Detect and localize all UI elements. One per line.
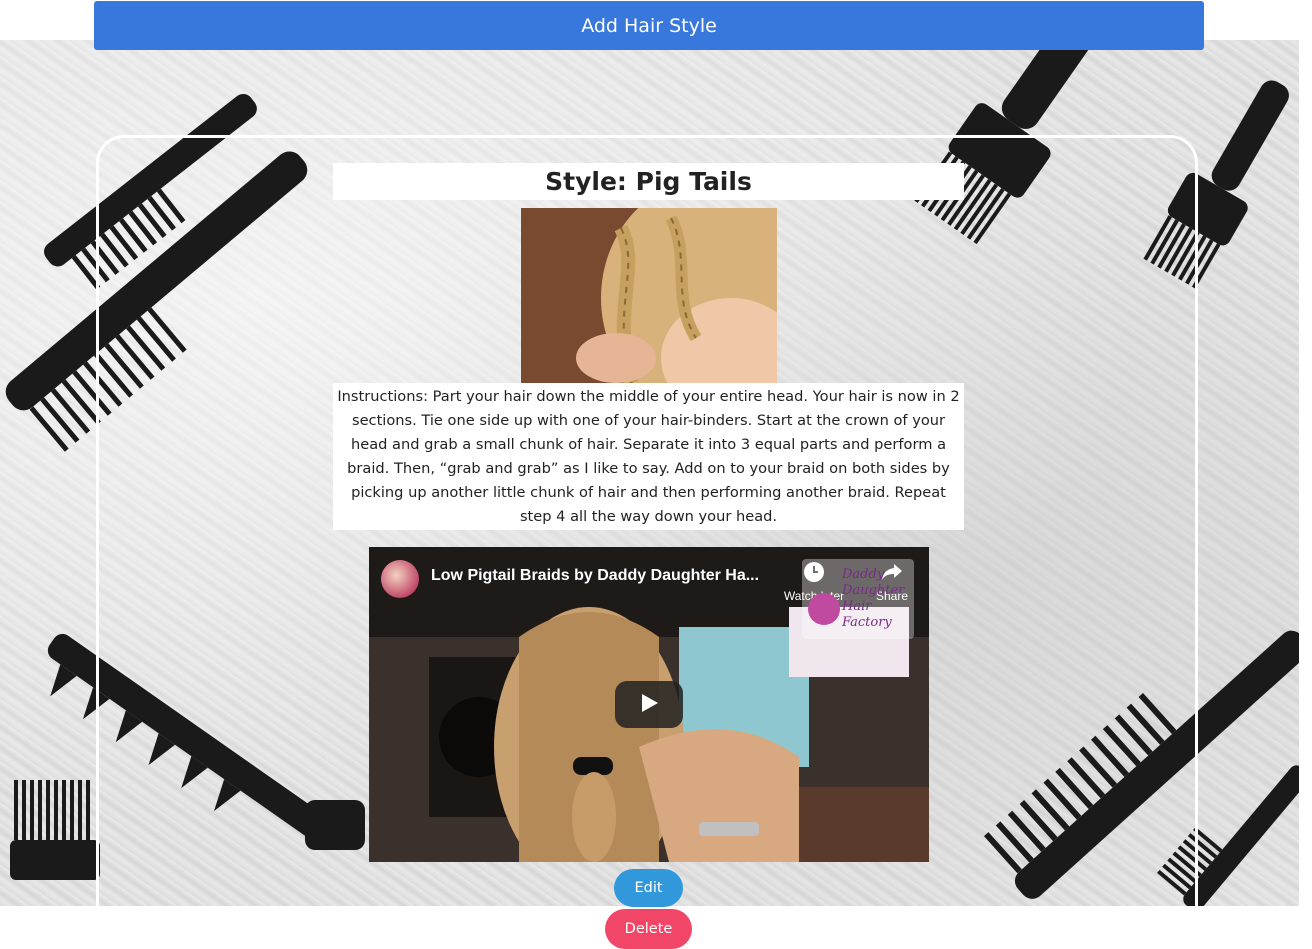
channel-logo: Daddy Daughter Hair Factory xyxy=(802,559,914,639)
braid-photo-illustration xyxy=(521,208,777,383)
style-title-box: Style: Pig Tails xyxy=(333,163,964,200)
style-instructions: Instructions: Part your hair down the mi… xyxy=(333,383,964,530)
video-embed[interactable]: Low Pigtail Braids by Daddy Daughter Ha.… xyxy=(369,547,929,862)
add-hair-style-button[interactable]: Add Hair Style xyxy=(94,1,1204,50)
channel-avatar[interactable] xyxy=(381,560,419,598)
style-photo xyxy=(521,208,777,383)
delete-button[interactable]: Delete xyxy=(605,909,692,949)
play-icon xyxy=(639,693,659,717)
video-title[interactable]: Low Pigtail Braids by Daddy Daughter Ha.… xyxy=(431,567,759,585)
edit-button[interactable]: Edit xyxy=(614,869,683,907)
channel-logo-text: Daddy Daughter Hair Factory xyxy=(842,567,905,630)
play-button[interactable] xyxy=(615,681,683,728)
style-title: Style: Pig Tails xyxy=(545,167,752,196)
